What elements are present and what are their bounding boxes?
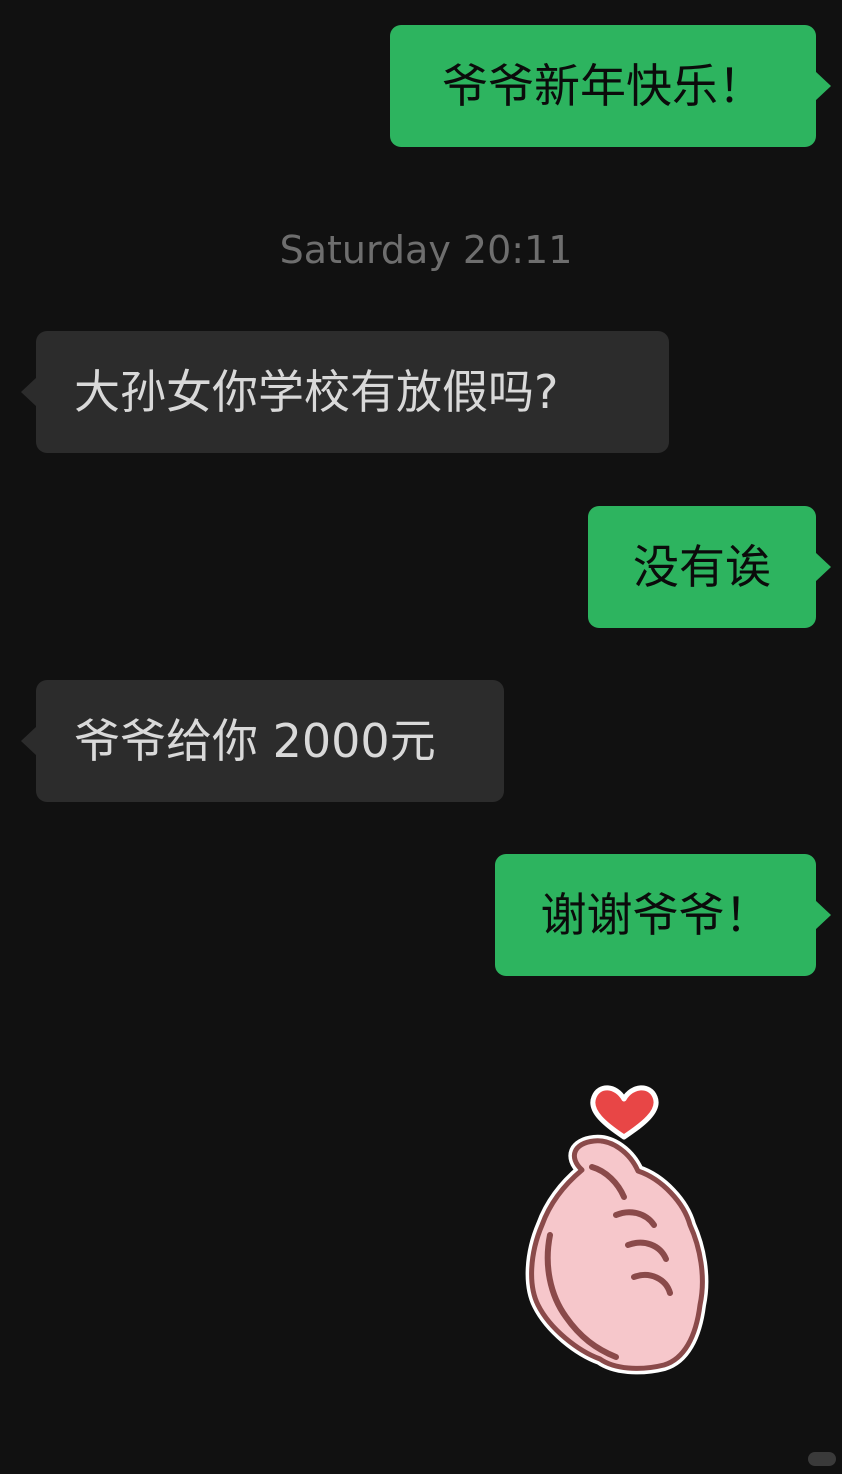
timestamp: Saturday 20:11 — [279, 228, 573, 272]
message-text: 爷爷新年快乐！ — [442, 59, 764, 113]
bubble-tail — [815, 900, 831, 930]
watermark-badge — [808, 1452, 836, 1466]
message-bubble-incoming[interactable]: 大孙女你学校有放假吗? — [21, 331, 669, 453]
message-text: 没有诶 — [633, 540, 771, 594]
message-bubble-incoming[interactable]: 爷爷给你 2000元 — [21, 680, 504, 802]
message-text: 谢谢爷爷！ — [540, 888, 771, 942]
bubble-tail — [21, 726, 37, 756]
bubble-tail — [21, 377, 37, 407]
message-bubble-outgoing[interactable]: 没有诶 — [588, 506, 831, 628]
message-text: 爷爷给你 2000元 — [74, 714, 436, 768]
heart-icon — [590, 1085, 659, 1140]
message-bubble-outgoing[interactable]: 爷爷新年快乐！ — [390, 25, 831, 147]
message-text: 大孙女你学校有放假吗? — [74, 365, 559, 419]
sticker-message[interactable] — [520, 1075, 720, 1380]
message-bubble-outgoing[interactable]: 谢谢爷爷！ — [495, 854, 831, 976]
finger-heart-icon — [525, 1085, 709, 1375]
bubble-tail — [815, 552, 831, 582]
bubble-tail — [815, 71, 831, 101]
